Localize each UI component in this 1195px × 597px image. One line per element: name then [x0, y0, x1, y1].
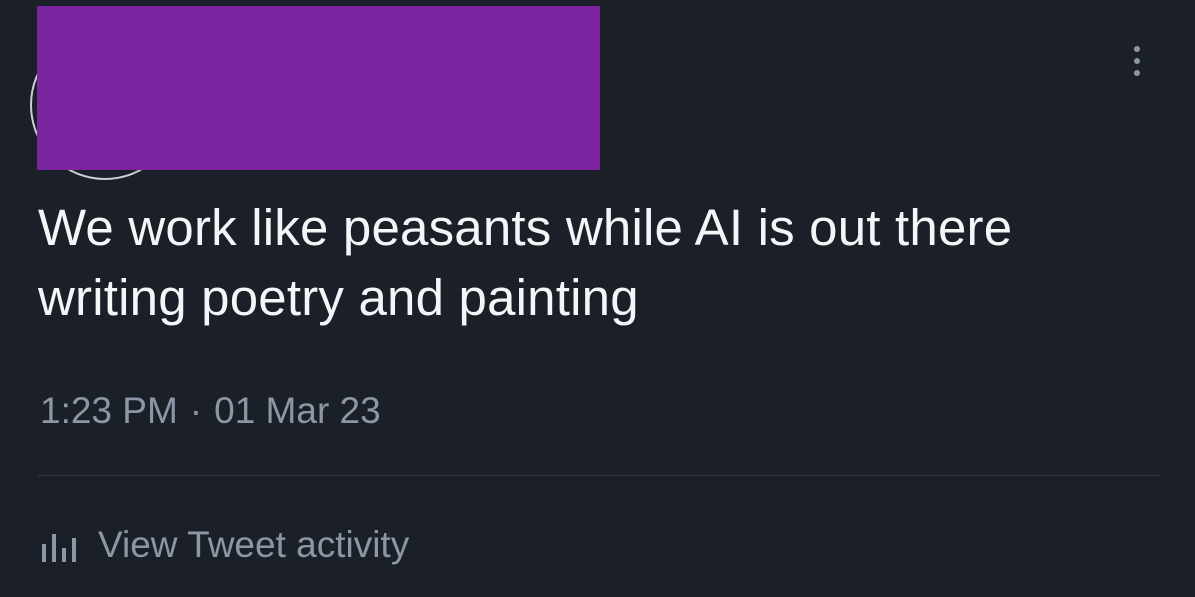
view-tweet-activity-link[interactable]: View Tweet activity [40, 522, 409, 568]
tweet-card: We work like peasants while AI is out th… [0, 0, 1195, 597]
tweet-time: 1:23 PM [40, 390, 178, 431]
meta-separator: · [189, 390, 203, 431]
tweet-date: 01 Mar 23 [214, 390, 381, 431]
more-options-icon [1134, 46, 1140, 52]
more-options-icon [1134, 58, 1140, 64]
tweet-text: We work like peasants while AI is out th… [38, 199, 1013, 326]
divider [38, 475, 1160, 476]
redaction-block [37, 6, 600, 170]
bar-chart-icon [42, 534, 76, 562]
tweet-timestamp[interactable]: 1:23 PM · 01 Mar 23 [40, 388, 381, 434]
view-tweet-activity-label: View Tweet activity [98, 524, 410, 565]
more-options-icon [1134, 70, 1140, 76]
more-options-button[interactable] [1120, 38, 1154, 84]
